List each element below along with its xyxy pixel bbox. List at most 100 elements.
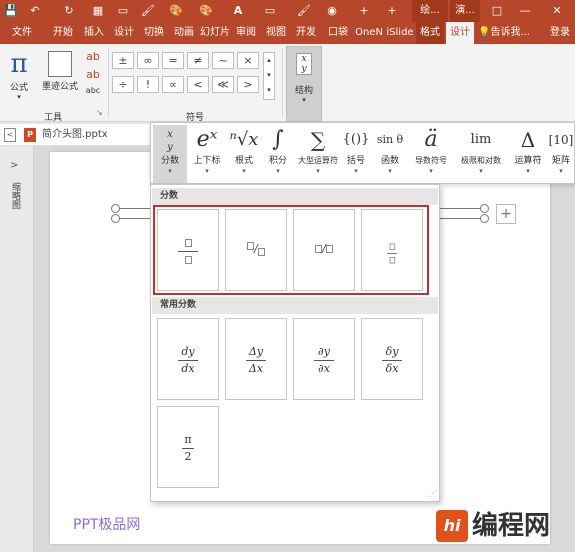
plus-icon[interactable]: + — [356, 0, 372, 22]
disk-icon[interactable]: ◉ — [324, 0, 340, 22]
stacked-fraction-glyph — [158, 236, 218, 267]
tab-design[interactable]: 设计 — [110, 22, 138, 44]
tab-view[interactable]: 视图 — [262, 22, 290, 44]
more-icon[interactable]: ▾ — [264, 83, 274, 98]
structure-script-button[interactable]: eˣ 上下标 ▾ — [189, 125, 225, 183]
resize-handle[interactable] — [480, 204, 489, 213]
brush-icon[interactable]: 🖌 — [140, 0, 156, 22]
login-link[interactable]: 登录 — [546, 22, 574, 44]
fraction-dy-dx-denominator: dx — [181, 362, 195, 375]
symbol-greater-than[interactable]: > — [237, 76, 259, 93]
tab-pocket[interactable]: 口袋 — [324, 22, 352, 44]
chevron-down-icon: ▾ — [205, 167, 209, 175]
structure-operator-button[interactable]: Δ 运算符 ▾ — [511, 125, 545, 183]
tab-developer[interactable]: 开发 — [292, 22, 320, 44]
paint-icon[interactable]: 🎨 — [168, 0, 184, 22]
ink-equation-button[interactable]: 墨迹公式 — [38, 48, 82, 98]
resize-grip-icon[interactable]: ⋰ — [429, 489, 437, 498]
fraction-small-tile[interactable] — [361, 209, 423, 291]
ink-equation-icon — [48, 51, 72, 77]
pptx-icon: P — [24, 128, 36, 142]
close-icon[interactable]: ✕ — [544, 0, 570, 22]
grid-icon[interactable]: ▦ — [90, 0, 106, 22]
undo-icon[interactable]: ↶ — [26, 0, 44, 22]
structure-large-operator-button[interactable]: ∑ 大型运算符 ▾ — [295, 125, 341, 183]
scroll-down-icon[interactable]: ▾ — [264, 68, 274, 83]
symbol-factorial[interactable]: ! — [137, 76, 159, 93]
font-color-icon[interactable]: A — [230, 0, 246, 22]
brush2-icon[interactable]: 🖌 — [296, 0, 312, 22]
tab-onenote[interactable]: OneN — [354, 22, 384, 44]
abc-icon-1[interactable]: ab — [84, 50, 102, 64]
file-name: 简介头图.pptx — [42, 129, 108, 140]
common-fraction-delta-y-delta-x[interactable]: Δy Δx — [225, 318, 287, 400]
tab-review[interactable]: 审阅 — [232, 22, 260, 44]
symbol-gallery-scroll[interactable]: ▴ ▾ ▾ — [263, 52, 275, 100]
bracket-icon: {()} — [342, 132, 370, 147]
symbol-not-equal[interactable]: ≠ — [187, 52, 209, 69]
equation-button[interactable]: π 公式 ▾ — [4, 48, 34, 101]
structure-limit-label: 极限和对数 — [461, 156, 501, 165]
symbol-infinity[interactable]: ∞ — [137, 52, 159, 69]
redo-icon[interactable]: ↻ — [60, 0, 78, 22]
resize-handle[interactable] — [480, 214, 489, 223]
abc-icon-2[interactable]: ab — [84, 68, 102, 82]
symbol-tilde[interactable]: ~ — [212, 52, 234, 69]
integral-icon: ∫ — [272, 127, 284, 152]
save-icon[interactable]: 💾 — [2, 0, 20, 22]
tab-home[interactable]: 开始 — [48, 22, 78, 44]
box-icon[interactable]: ▭ — [115, 0, 131, 22]
resize-handle[interactable] — [111, 214, 120, 223]
tab-equation-design[interactable]: 设计 — [446, 22, 474, 44]
fill-color-icon[interactable]: 🎨 — [198, 0, 214, 22]
launcher-icon[interactable]: ↘ — [96, 108, 106, 117]
shape-icon[interactable]: ▭ — [262, 0, 278, 22]
fraction-delta-numerator: Δy — [248, 345, 264, 358]
resize-handle[interactable] — [111, 204, 120, 213]
tell-me-box[interactable]: 💡告诉我... — [478, 22, 544, 44]
chevron-down-icon: ▾ — [242, 167, 246, 175]
tab-transitions[interactable]: 切换 — [140, 22, 168, 44]
structure-large-operator-label: 大型运算符 — [298, 156, 338, 165]
expand-arrow-icon[interactable]: > — [10, 160, 18, 171]
tab-animations[interactable]: 动画 — [170, 22, 198, 44]
minimize-icon[interactable]: — — [512, 0, 538, 22]
add-icon[interactable]: + — [384, 0, 400, 22]
fraction-stacked-tile[interactable] — [157, 209, 219, 291]
symbol-proportional[interactable]: ∝ — [162, 76, 184, 93]
tab-format[interactable]: 格式 — [416, 22, 444, 44]
structure-radical-button[interactable]: ⁿ√x 根式 ▾ — [227, 125, 261, 183]
common-fraction-dy-dx[interactable]: dy dx — [157, 318, 219, 400]
tab-insert[interactable]: 插入 — [80, 22, 108, 44]
title-bar: 💾 ↶ ↻ ▦ ▭ 🖌 🎨 🎨 A ▭ 🖌 ◉ + + 绘... 演... □ … — [0, 0, 575, 22]
fraction-skewed-tile[interactable]: / — [225, 209, 287, 291]
symbol-less-than[interactable]: < — [187, 76, 209, 93]
tab-islide[interactable]: iSlide — [385, 22, 415, 44]
common-fraction-pi-over-2[interactable]: π2 — [157, 406, 219, 488]
symbol-times[interactable]: × — [237, 52, 259, 69]
structure-function-button[interactable]: sin θ 函数 ▾ — [373, 125, 407, 183]
collapse-icon[interactable]: < — [4, 128, 16, 142]
scroll-up-icon[interactable]: ▴ — [264, 53, 274, 68]
layout-add-icon[interactable]: + — [496, 204, 516, 224]
symbol-much-less[interactable]: ≪ — [212, 76, 234, 93]
symbol-divide[interactable]: ÷ — [112, 76, 134, 93]
structure-limit-button[interactable]: lim 极限和对数 ▾ — [453, 125, 509, 183]
tab-file[interactable]: 文件 — [2, 22, 42, 44]
common-fraction-small-delta[interactable]: δy δx — [361, 318, 423, 400]
structure-operator-label: 运算符 — [514, 156, 542, 166]
tab-slideshow[interactable]: 幻灯片 — [200, 22, 230, 44]
fraction-linear-tile[interactable]: / — [293, 209, 355, 291]
structure-integral-button[interactable]: ∫ 积分 ▾ — [263, 125, 293, 183]
structure-fraction-button[interactable]: xy 分数 ▾ — [153, 125, 187, 183]
structure-button[interactable]: xy 结构 ▾ — [286, 46, 322, 122]
structure-accent-button[interactable]: ä 导数符号 ▾ — [409, 125, 453, 183]
symbol-plus-minus[interactable]: ± — [112, 52, 134, 69]
structure-bracket-button[interactable]: {()} 括号 ▾ — [341, 125, 371, 183]
context-title-1: 绘... — [412, 0, 448, 22]
symbol-equals[interactable]: = — [162, 52, 184, 69]
thumbnail-panel[interactable]: > 缩略图 — [0, 146, 34, 552]
structure-matrix-button[interactable]: [10] 矩阵 ▾ — [547, 125, 575, 183]
restore-icon[interactable]: □ — [484, 0, 510, 22]
common-fraction-partial[interactable]: ∂y ∂x — [293, 318, 355, 400]
